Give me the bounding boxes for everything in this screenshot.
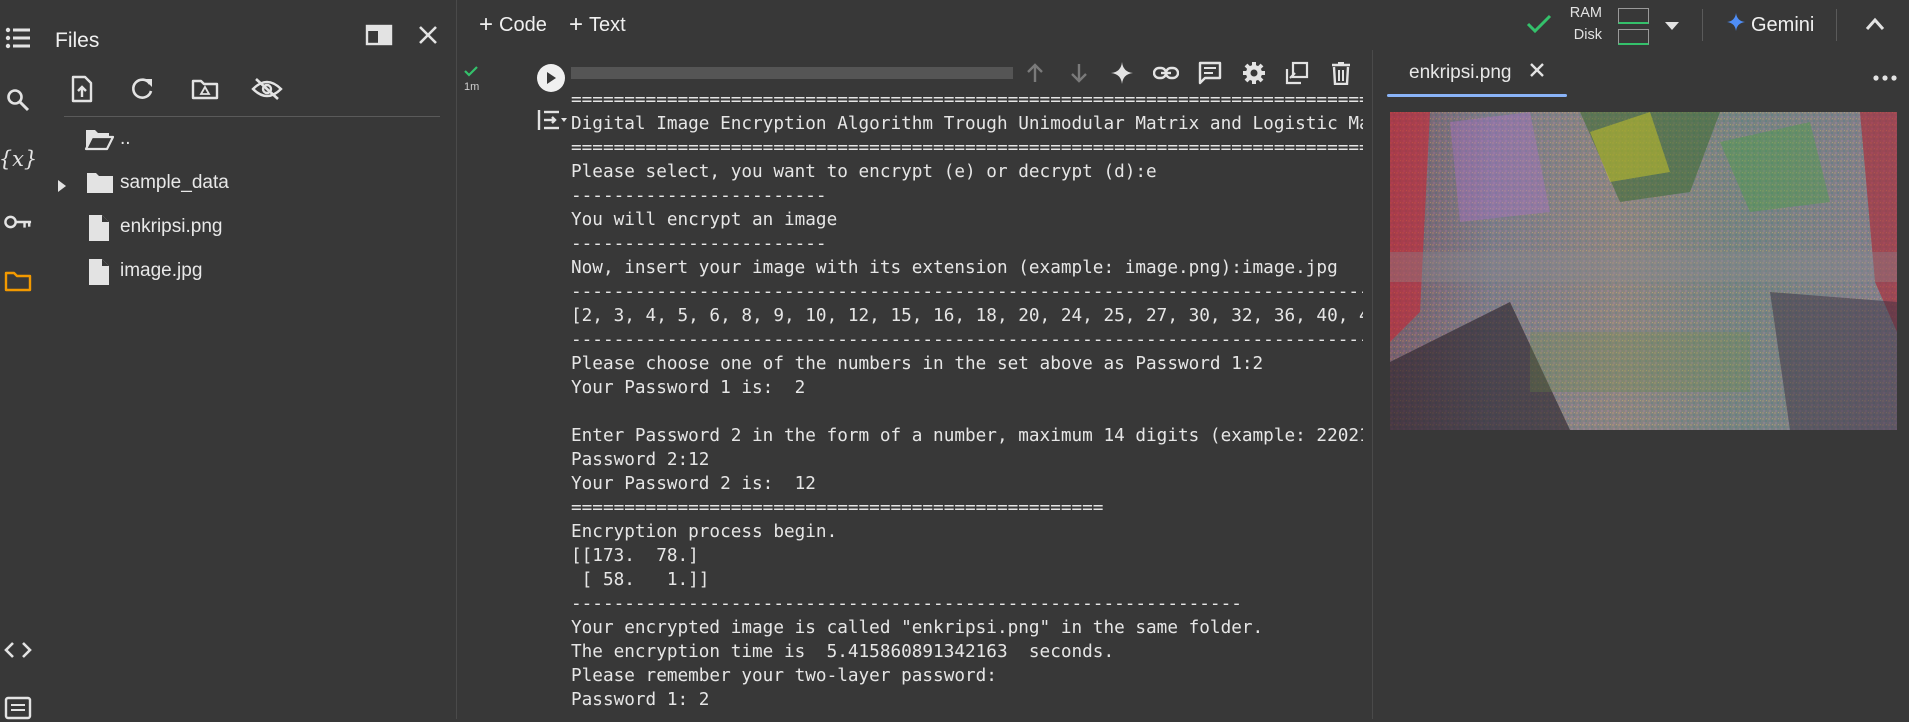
gemini-sparkle-icon	[1727, 13, 1745, 37]
cell-output-area: ========================================…	[493, 50, 1363, 719]
key-icon[interactable]	[4, 208, 32, 236]
terminal-icon[interactable]	[4, 694, 32, 722]
output-line: ========================================…	[571, 138, 1363, 158]
output-line: The encryption time is 5.415860891342163…	[571, 642, 1115, 662]
toolbar-divider	[64, 116, 440, 117]
expand-arrow-icon[interactable]	[57, 177, 67, 199]
plus-icon: +	[569, 11, 584, 38]
output-text: ========================================…	[571, 88, 1363, 712]
gemini-sparkle-icon[interactable]	[1101, 52, 1145, 94]
file-preview-panel: enkripsi.png	[1373, 50, 1909, 719]
close-tab-icon[interactable]	[1529, 62, 1545, 84]
output-line: [ 58. 1.]]	[571, 570, 710, 590]
output-line: ----------------------------------------…	[571, 282, 1363, 302]
output-line: ------------------------	[571, 234, 827, 254]
move-down-icon[interactable]	[1057, 52, 1101, 94]
add-code-button[interactable]: + Code	[479, 12, 547, 38]
code-cell: 1m =====================================…	[457, 50, 1373, 719]
search-icon[interactable]	[4, 86, 32, 114]
disk-label: Disk	[1573, 27, 1602, 43]
output-line: Please select, you want to encrypt (e) o…	[571, 162, 1157, 182]
output-line: ----------------------------------------…	[571, 594, 1242, 614]
file-icon	[88, 258, 110, 292]
chevron-up-icon[interactable]	[1865, 17, 1885, 36]
mount-drive-icon[interactable]	[188, 72, 222, 106]
variables-icon[interactable]: {x}	[0, 145, 37, 173]
more-options-icon[interactable]	[1873, 68, 1897, 86]
move-up-icon[interactable]	[1013, 52, 1057, 94]
chevron-down-icon[interactable]	[1664, 18, 1680, 36]
hide-files-icon[interactable]	[250, 72, 284, 106]
output-line: [2, 3, 4, 5, 6, 8, 9, 10, 12, 15, 16, 18…	[571, 306, 1363, 326]
cell-gutter: 1m	[457, 50, 487, 719]
gemini-button[interactable]: Gemini	[1727, 12, 1814, 38]
tree-item-label: enkripsi.png	[120, 216, 223, 237]
add-text-button[interactable]: + Text	[569, 12, 626, 38]
output-line: ========================================…	[571, 498, 1104, 518]
folder-icon	[86, 171, 114, 201]
folder-icon[interactable]	[4, 267, 32, 295]
ram-meter	[1618, 8, 1649, 24]
output-line: Enter Password 2 in the form of a number…	[571, 426, 1363, 446]
output-actions-icon[interactable]	[537, 108, 567, 137]
output-line: Your Password 2 is: 12	[571, 474, 816, 494]
output-line: ----------------------------------------…	[571, 330, 1363, 350]
add-code-label: Code	[499, 13, 547, 36]
output-line: Your Password 1 is: 2	[571, 378, 806, 398]
toc-icon[interactable]	[4, 24, 32, 52]
divider	[1702, 9, 1703, 41]
output-line: You will encrypt an image	[571, 210, 838, 230]
output-line: Password 2:12	[571, 450, 710, 470]
delete-icon[interactable]	[1319, 52, 1363, 94]
close-icon[interactable]	[412, 20, 444, 50]
tab-enkripsi-png[interactable]: enkripsi.png	[1387, 50, 1567, 96]
code-icon[interactable]	[4, 636, 32, 664]
output-line: ------------------------	[571, 186, 827, 206]
output-line: Please choose one of the numbers in the …	[571, 354, 1264, 374]
executed-check-icon	[464, 64, 478, 82]
output-line: Password 1: 2	[571, 690, 710, 710]
output-line: Encryption process begin.	[571, 522, 838, 542]
link-icon[interactable]	[1144, 52, 1188, 94]
file-icon	[88, 214, 110, 248]
settings-gear-icon[interactable]	[1232, 52, 1276, 94]
plus-icon: +	[479, 11, 494, 38]
tree-item-label: image.jpg	[120, 260, 203, 281]
disk-meter	[1618, 29, 1649, 45]
tree-item-label: ..	[120, 128, 131, 149]
comment-icon[interactable]	[1188, 52, 1232, 94]
notebook-main: + Code + Text RAM Disk Gemini 1m =======…	[457, 0, 1909, 719]
resource-monitor[interactable]: RAM Disk	[1564, 5, 1654, 45]
output-line: Please remember your two-layer password:	[571, 666, 997, 686]
output-line: Now, insert your image with its extensio…	[571, 258, 1338, 278]
run-cell-button[interactable]	[537, 64, 565, 92]
files-title: Files	[55, 29, 100, 52]
sidebar-rail: {x}	[0, 0, 37, 722]
execution-time: 1m	[464, 81, 480, 93]
ram-label: RAM	[1569, 5, 1602, 21]
connected-check-icon	[1526, 13, 1552, 40]
output-line: Your encrypted image is called "enkripsi…	[571, 618, 1264, 638]
open-in-tab-icon[interactable]	[363, 20, 395, 50]
mirror-cell-icon[interactable]	[1276, 52, 1320, 94]
output-line: [[173. 78.]	[571, 546, 699, 566]
tab-label: enkripsi.png	[1409, 62, 1512, 83]
cell-toolbar	[1013, 52, 1363, 94]
upload-file-icon[interactable]	[65, 72, 99, 106]
active-tab-indicator	[1387, 94, 1567, 97]
refresh-icon[interactable]	[125, 72, 159, 106]
add-text-label: Text	[589, 13, 626, 36]
files-panel: Files .. sample_data enkripsi.png image.…	[36, 0, 457, 719]
gemini-label: Gemini	[1751, 13, 1815, 36]
divider	[1836, 9, 1837, 41]
folder-open-icon	[84, 127, 115, 157]
output-line: Digital Image Encryption Algorithm Troug…	[571, 114, 1363, 134]
tree-item-label: sample_data	[120, 172, 229, 193]
encrypted-image-preview	[1390, 112, 1897, 430]
notebook-toolbar: + Code + Text RAM Disk Gemini	[457, 0, 1909, 51]
